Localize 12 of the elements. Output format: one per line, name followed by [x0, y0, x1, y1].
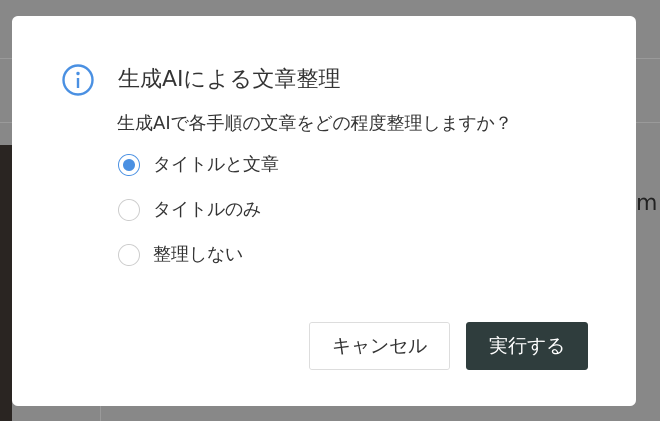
dialog-title: 生成AIによる文章整理 — [118, 66, 341, 94]
radio-button[interactable] — [118, 244, 140, 266]
radio-label[interactable]: 整理しない — [153, 241, 243, 268]
radio-button[interactable] — [118, 198, 140, 220]
info-icon — [62, 64, 94, 96]
radio-button[interactable] — [118, 154, 140, 176]
dialog-message: 生成AIで各手順の文章をどの程度整理しますか？ — [117, 112, 514, 136]
run-button[interactable]: 実行する — [466, 322, 588, 370]
radio-label[interactable]: タイトルと文章 — [153, 151, 279, 178]
background-text: m — [636, 193, 658, 215]
cancel-button[interactable]: キャンセル — [309, 322, 450, 370]
radio-label[interactable]: タイトルのみ — [153, 196, 261, 223]
